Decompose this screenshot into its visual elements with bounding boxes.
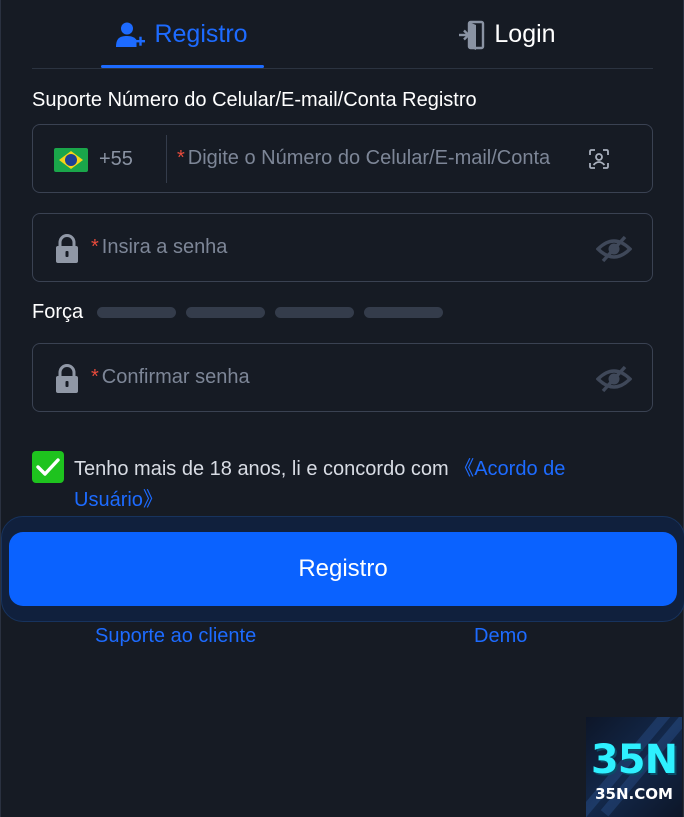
confirm-password-input[interactable]: * Confirmar senha	[91, 366, 250, 389]
field-divider	[166, 135, 167, 183]
password-input[interactable]: * Insira a senha	[91, 236, 227, 259]
required-mark: *	[177, 147, 185, 169]
strength-segment-2	[186, 307, 265, 318]
customer-support-link[interactable]: Suporte ao cliente	[95, 625, 256, 648]
account-input[interactable]: * Digite o Número do Celular/E-mail/Cont…	[177, 147, 550, 170]
check-icon	[36, 458, 60, 476]
password-field[interactable]: * Insira a senha	[32, 213, 653, 282]
required-mark: *	[91, 236, 99, 258]
form-title: Suporte Número do Celular/E-mail/Conta R…	[32, 89, 477, 111]
tab-login[interactable]: Login	[442, 0, 572, 69]
user-plus-icon	[116, 22, 146, 47]
country-code[interactable]: +55	[99, 148, 133, 171]
auth-tabs: Registro Login	[32, 0, 653, 69]
account-field[interactable]: +55 * Digite o Número do Celular/E-mail/…	[32, 124, 653, 193]
active-tab-indicator	[101, 65, 264, 68]
register-button[interactable]: Registro	[9, 532, 677, 606]
door-enter-icon	[459, 20, 485, 50]
brand-logo[interactable]: 35N 35N.COM	[586, 717, 682, 817]
confirm-placeholder: Confirmar senha	[101, 366, 250, 388]
strength-segment-3	[275, 307, 354, 318]
face-scan-icon[interactable]	[589, 149, 609, 169]
strength-segment-4	[364, 307, 443, 318]
tab-register[interactable]: Registro	[101, 0, 263, 69]
agreement-label: Tenho mais de 18 anos, li e concordo com	[74, 458, 455, 480]
eye-off-icon[interactable]	[596, 364, 632, 394]
tab-login-label: Login	[494, 20, 556, 48]
register-panel: Registro Login Suporte Número do Celular…	[0, 0, 684, 817]
lock-icon	[56, 234, 78, 263]
password-placeholder: Insira a senha	[101, 236, 228, 258]
agreement-text: Tenho mais de 18 anos, li e concordo com…	[74, 454, 644, 516]
logo-main-text: 35N	[590, 737, 678, 783]
agreement-checkbox[interactable]	[32, 451, 64, 483]
account-placeholder: Digite o Número do Celular/E-mail/Conta	[187, 147, 551, 169]
demo-link[interactable]: Demo	[474, 625, 527, 648]
required-mark: *	[91, 366, 99, 388]
confirm-password-field[interactable]: * Confirmar senha	[32, 343, 653, 412]
brazil-flag-icon[interactable]	[54, 148, 88, 172]
logo-sub-text: 35N.COM	[595, 785, 673, 803]
strength-segment-1	[97, 307, 176, 318]
eye-off-icon[interactable]	[596, 234, 632, 264]
lock-icon	[56, 364, 78, 393]
strength-label: Força	[32, 301, 84, 323]
tab-register-label: Registro	[154, 20, 248, 48]
